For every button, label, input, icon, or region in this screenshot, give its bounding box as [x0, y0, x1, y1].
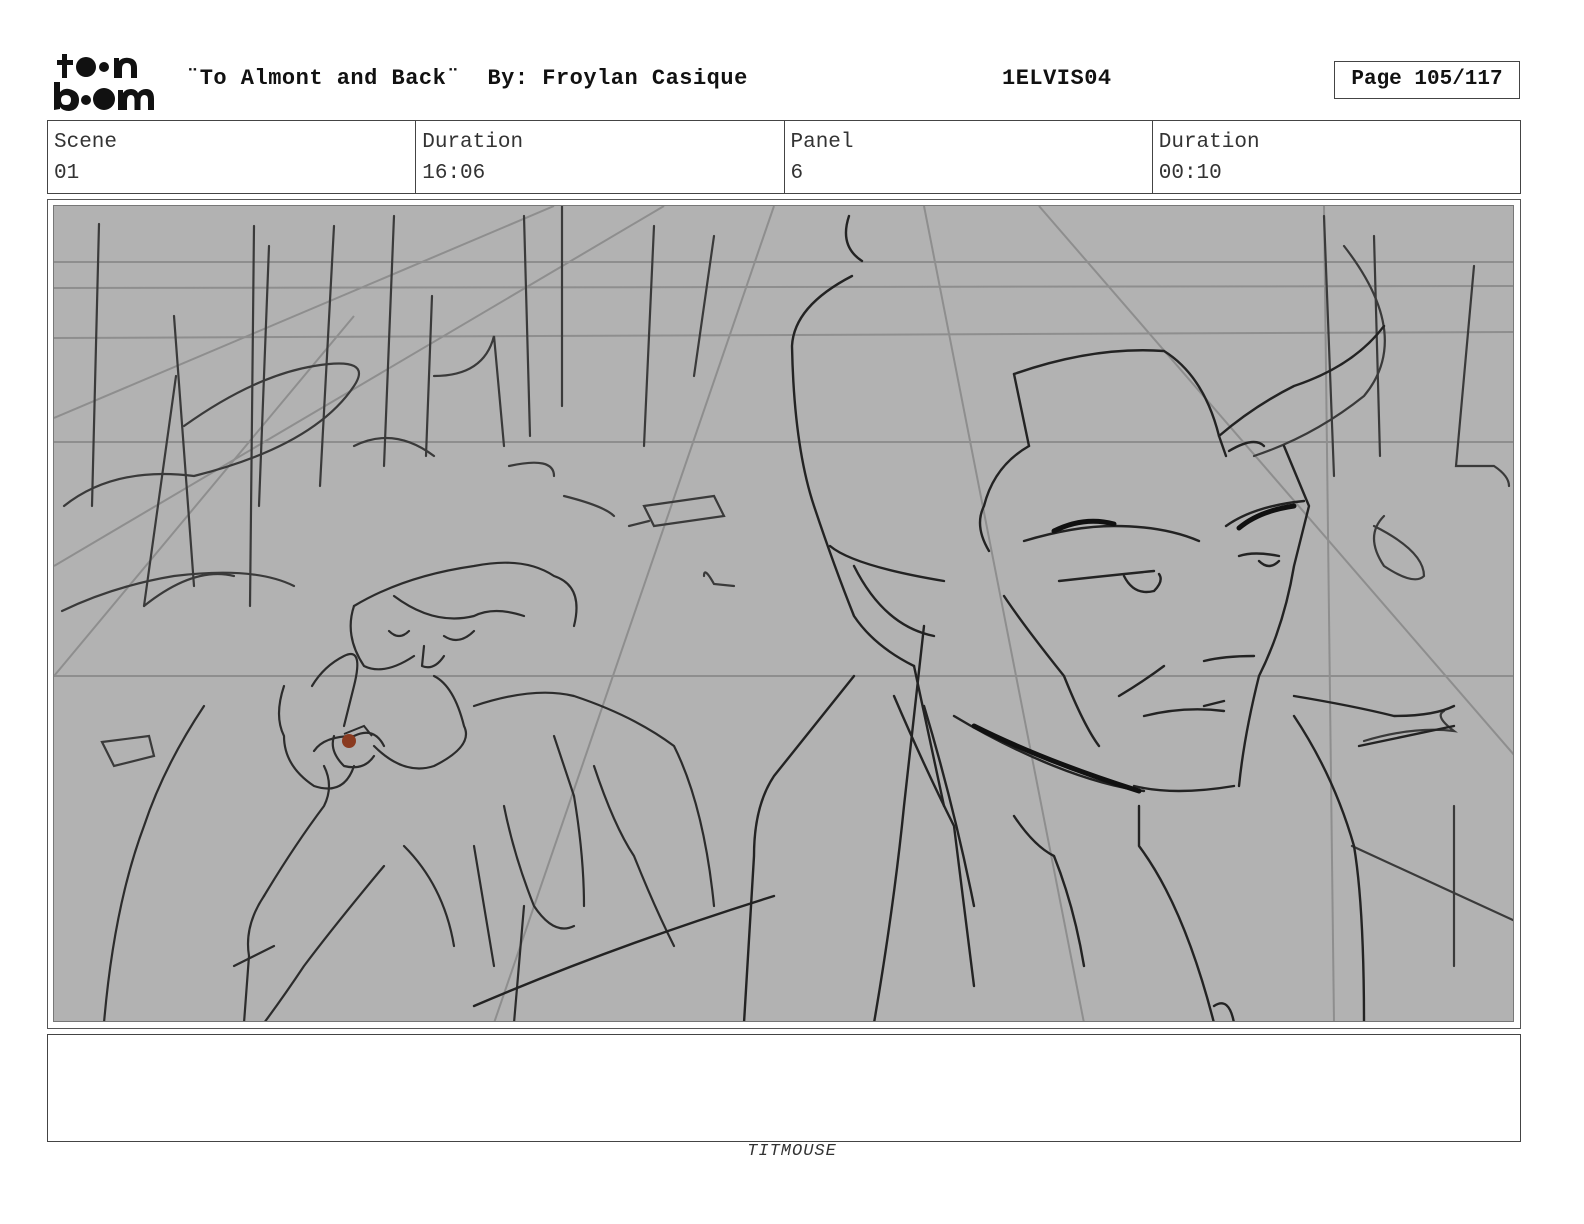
studio-footer: TITMOUSE	[747, 1142, 837, 1161]
panel-notes-box	[47, 1034, 1521, 1142]
scene-value: 01	[54, 162, 80, 185]
scene-label: Scene	[54, 131, 118, 154]
storyboard-title: ¨To Almont and Back¨ By: Froylan Casique	[186, 66, 748, 91]
scene-cell: Scene 01	[48, 121, 417, 193]
production-code: 1ELVIS04	[1002, 66, 1112, 91]
panel-duration-cell: Duration 00:10	[1153, 121, 1520, 193]
scene-duration-cell: Duration 16:06	[416, 121, 785, 193]
toonboom-logo-icon	[52, 52, 164, 112]
panel-label: Panel	[790, 131, 854, 154]
scene-info-row: Scene 01 Duration 16:06 Panel 6 Duration…	[47, 120, 1521, 194]
panel-value: 6	[790, 162, 804, 185]
panel-duration-value: 00:10	[1158, 162, 1222, 185]
scene-duration-value: 16:06	[422, 162, 486, 185]
storyboard-panel-frame	[47, 199, 1521, 1029]
storyboard-panel-image	[53, 205, 1514, 1022]
panel-cell: Panel 6	[785, 121, 1153, 193]
page-number-box: Page 105/117	[1334, 61, 1520, 99]
scene-duration-label: Duration	[422, 131, 524, 154]
panel-duration-label: Duration	[1158, 131, 1260, 154]
